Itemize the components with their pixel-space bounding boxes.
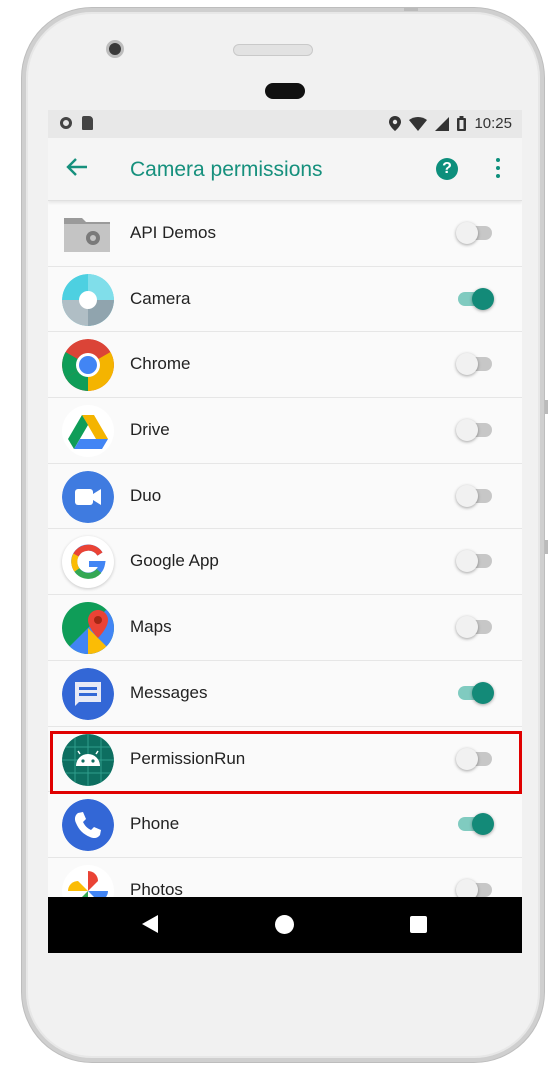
permission-toggle[interactable] <box>456 747 492 770</box>
permission-toggle[interactable] <box>456 222 492 244</box>
permission-toggle[interactable] <box>458 681 494 704</box>
back-arrow-icon[interactable] <box>66 157 88 177</box>
list-item[interactable]: Chrome <box>48 332 522 399</box>
list-item[interactable]: API Demos <box>48 201 522 267</box>
front-camera <box>106 40 124 58</box>
app-permission-list: API Demos Camera Chrome Drive Duo Google… <box>48 201 522 924</box>
list-item[interactable]: Maps <box>48 595 522 661</box>
permission-toggle[interactable] <box>456 419 492 442</box>
app-bar: Camera permissions ? <box>48 138 522 201</box>
list-item[interactable]: Messages <box>48 661 522 727</box>
status-time: 10:25 <box>474 115 512 132</box>
permission-toggle[interactable] <box>458 813 494 836</box>
app-label: Maps <box>130 617 172 637</box>
permission-toggle[interactable] <box>456 353 492 376</box>
navigation-bar <box>48 897 522 953</box>
status-bar: 10:25 <box>48 110 522 138</box>
folder-gear-icon <box>62 208 114 260</box>
wifi-icon <box>409 116 428 131</box>
duo-icon <box>62 470 114 523</box>
phone-icon <box>62 799 114 852</box>
top-button <box>404 8 418 11</box>
screen: 10:25 Camera permissions ? API Demos Cam… <box>48 110 522 953</box>
messages-icon <box>62 667 114 720</box>
maps-icon <box>62 602 114 655</box>
app-label: Messages <box>130 682 208 702</box>
notification-circle-icon <box>60 117 72 129</box>
nav-recents-icon[interactable] <box>410 916 427 933</box>
app-label: Google App <box>130 551 219 571</box>
list-item[interactable]: PermissionRun <box>48 727 522 793</box>
list-item[interactable]: Google App <box>48 529 522 596</box>
sensor-grille <box>233 44 313 56</box>
camera-app-icon <box>62 273 114 326</box>
app-label: Chrome <box>130 354 191 374</box>
location-icon <box>389 116 402 131</box>
help-icon[interactable]: ? <box>436 158 458 180</box>
drive-icon <box>62 405 114 458</box>
list-item[interactable]: Phone <box>48 792 522 858</box>
permission-toggle[interactable] <box>456 550 492 573</box>
list-item[interactable]: Camera <box>48 267 522 333</box>
more-options-icon[interactable] <box>496 158 500 182</box>
nav-home-icon[interactable] <box>275 915 294 934</box>
list-item[interactable]: Drive <box>48 398 522 464</box>
google-icon <box>62 536 114 589</box>
permission-toggle[interactable] <box>458 287 494 310</box>
app-label: Duo <box>130 485 162 505</box>
page-title: Camera permissions <box>130 158 323 181</box>
app-label: Camera <box>130 288 191 308</box>
signal-icon <box>435 116 450 131</box>
app-label: PermissionRun <box>130 748 246 768</box>
battery-icon <box>457 116 467 131</box>
app-label: API Demos <box>130 223 216 242</box>
chrome-icon <box>62 339 114 392</box>
permission-toggle[interactable] <box>456 616 492 639</box>
android-icon <box>62 733 114 786</box>
nav-back-icon[interactable] <box>142 915 158 933</box>
app-label: Phone <box>130 814 180 834</box>
permission-toggle[interactable] <box>456 878 492 901</box>
sd-card-icon <box>82 116 93 130</box>
app-label: Drive <box>130 420 170 440</box>
list-item[interactable]: Duo <box>48 464 522 530</box>
permission-toggle[interactable] <box>456 484 492 507</box>
earpiece-speaker <box>265 83 305 99</box>
